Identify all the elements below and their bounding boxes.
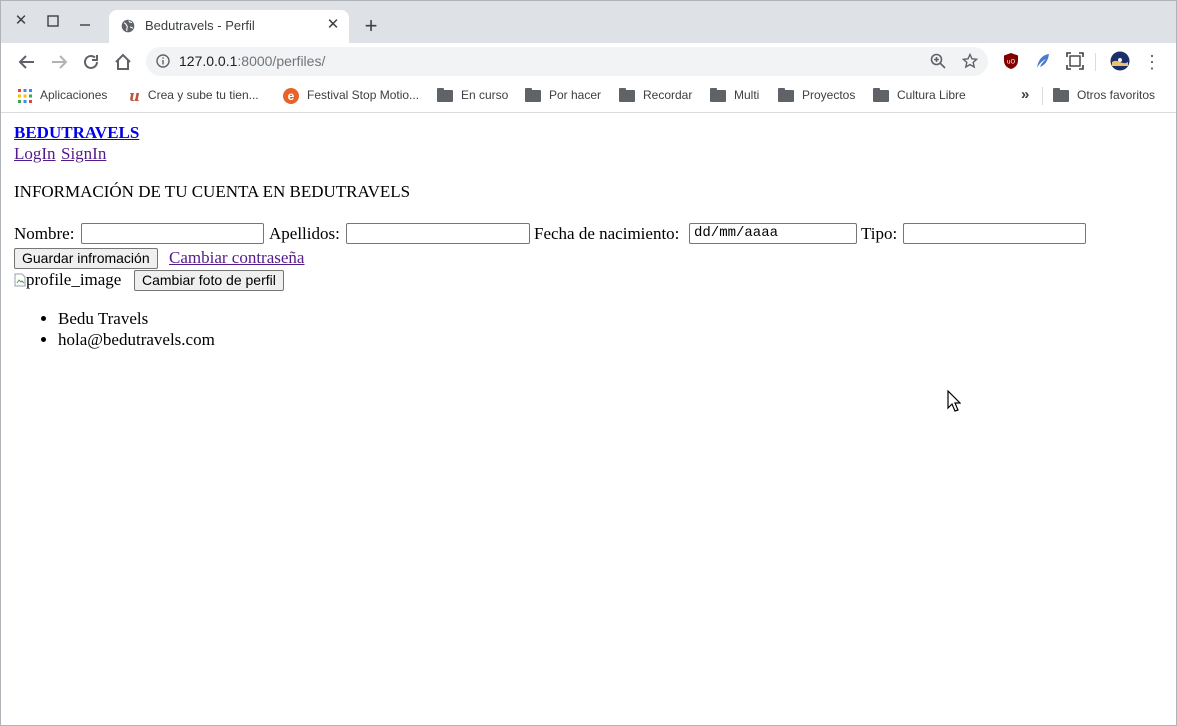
folder-icon (619, 87, 635, 102)
folder-icon (873, 87, 889, 102)
url-text[interactable]: 127.0.0.1:8000/perfiles/ (179, 53, 325, 69)
save-info-button[interactable]: Guardar infromación (14, 248, 158, 269)
bookmarks-separator (1042, 87, 1043, 105)
globe-icon (121, 19, 135, 33)
back-icon[interactable] (16, 51, 38, 73)
bookmarks-overflow-icon[interactable]: » (1021, 86, 1029, 104)
ublock-icon[interactable]: uO (1002, 52, 1020, 70)
feather-extension-icon[interactable] (1034, 52, 1052, 70)
page-content: BEDUTRAVELS LogIn SignIn INFORMACIÓN DE … (1, 113, 1176, 725)
bookmark-folder-otros-favoritos[interactable]: Otros favoritos (1053, 86, 1155, 104)
screen-capture-icon[interactable] (1066, 52, 1084, 70)
bookmark-aplicaciones[interactable]: Aplicaciones (18, 86, 107, 104)
e-logo-icon: e (283, 87, 299, 104)
site-info-icon[interactable] (156, 54, 170, 68)
nombre-label: Nombre: (14, 224, 75, 243)
tipo-input[interactable] (903, 223, 1086, 244)
profile-info-list: Bedu Travels hola@bedutravels.com (14, 308, 215, 350)
bookmark-folder-en-curso[interactable]: En curso (437, 86, 508, 104)
browser-window: ✕ Bedutravels - Perfil ✕ + 127.0.0.1:800… (0, 0, 1177, 726)
folder-icon (778, 87, 794, 102)
bookmark-folder-cultura-libre[interactable]: Cultura Libre (873, 86, 966, 104)
list-item: Bedu Travels (58, 308, 215, 329)
avatar[interactable] (1110, 51, 1130, 71)
bookmarks-bar: Aplicaciones u Crea y sube tu tien... e Fe… (1, 79, 1176, 113)
minimize-window-icon[interactable] (75, 11, 95, 31)
zoom-icon[interactable] (929, 53, 947, 71)
bookmark-folder-por-hacer[interactable]: Por hacer (525, 86, 601, 104)
forward-icon[interactable] (48, 51, 70, 73)
folder-icon (710, 87, 726, 102)
apellidos-label: Apellidos: (269, 224, 340, 243)
maximize-window-icon[interactable] (43, 11, 63, 31)
home-icon[interactable] (112, 51, 134, 73)
page-title: INFORMACIÓN DE TU CUENTA EN BEDUTRAVELS (14, 182, 411, 201)
profile-image: profile_image (14, 270, 121, 290)
tab-perfil[interactable]: Bedutravels - Perfil ✕ (109, 10, 349, 43)
new-tab-icon[interactable]: + (361, 15, 381, 37)
folder-icon (525, 87, 541, 102)
fecha-nacimiento-input[interactable]: dd/mm/aaaa (689, 223, 857, 244)
apellidos-input[interactable] (346, 223, 530, 244)
bookmark-crea-y-sube[interactable]: u Crea y sube tu tien... (129, 86, 259, 105)
close-window-icon[interactable]: ✕ (11, 11, 31, 31)
menu-kebab-icon[interactable]: ⋮ (1141, 51, 1163, 73)
list-item: hola@bedutravels.com (58, 329, 215, 350)
tipo-label: Tipo: (861, 224, 898, 243)
bookmark-folder-recordar[interactable]: Recordar (619, 86, 692, 104)
toolbar-separator (1095, 53, 1096, 71)
address-bar[interactable]: 127.0.0.1:8000/perfiles/ (146, 47, 988, 76)
reload-icon[interactable] (80, 51, 102, 73)
mouse-cursor-icon (947, 390, 961, 412)
change-password-link[interactable]: Cambiar contraseña (169, 248, 304, 268)
tab-title: Bedutravels - Perfil (145, 18, 255, 33)
bookmark-festival[interactable]: e Festival Stop Motio... (283, 86, 419, 104)
svg-text:uO: uO (1007, 59, 1016, 66)
change-profile-photo-button[interactable]: Cambiar foto de perfil (134, 270, 284, 291)
broken-image-icon (14, 272, 26, 287)
u-logo-icon: u (129, 86, 140, 105)
bookmark-folder-proyectos[interactable]: Proyectos (778, 86, 855, 104)
bookmark-folder-multi[interactable]: Multi (710, 86, 759, 104)
signin-link[interactable]: SignIn (61, 144, 106, 164)
close-tab-icon[interactable]: ✕ (325, 17, 341, 33)
folder-icon (437, 87, 453, 102)
apps-grid-icon (18, 88, 32, 103)
brand-link[interactable]: BEDUTRAVELS (14, 123, 139, 143)
fecha-nacimiento-label: Fecha de nacimiento: (534, 224, 680, 243)
toolbar: 127.0.0.1:8000/perfiles/ uO ⋮ (1, 43, 1176, 79)
folder-icon (1053, 87, 1069, 102)
nombre-input[interactable] (81, 223, 264, 244)
bookmark-star-icon[interactable] (961, 52, 979, 71)
tab-strip: ✕ Bedutravels - Perfil ✕ + (1, 1, 1176, 43)
login-link[interactable]: LogIn (14, 144, 56, 164)
